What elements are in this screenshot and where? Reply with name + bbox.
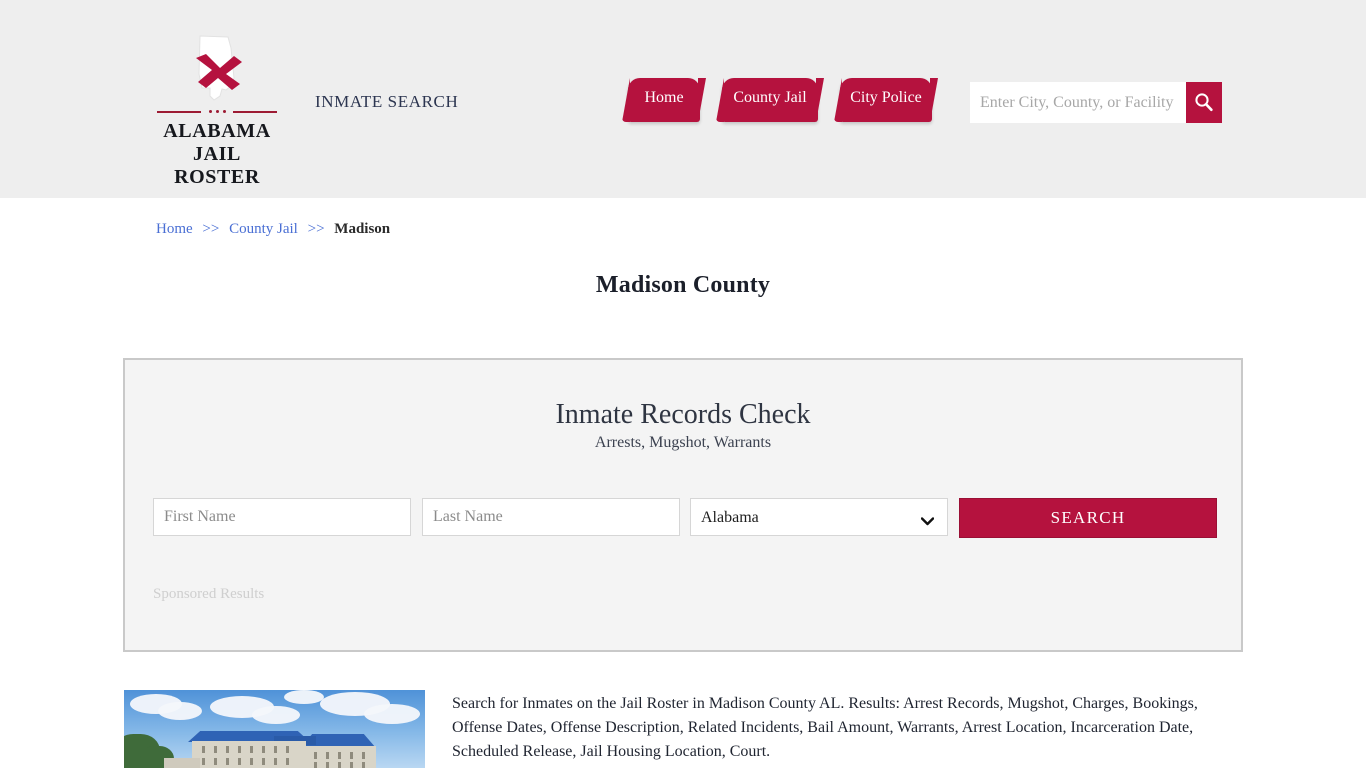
nav-item-county-jail[interactable]: County Jail [722, 78, 818, 122]
header-search-input[interactable] [970, 82, 1190, 123]
logo-text-line-1: ALABAMA [152, 120, 282, 143]
site-tagline: INMATE SEARCH [315, 92, 458, 112]
breadcrumb-item-current: Madison [334, 221, 390, 237]
site-logo[interactable]: ALABAMA JAIL ROSTER [152, 34, 282, 190]
nav-item-city-police[interactable]: City Police [840, 78, 932, 122]
breadcrumb-item-home[interactable]: Home [156, 221, 193, 237]
header-search [970, 82, 1222, 123]
logo-divider-ornament [157, 108, 277, 116]
nav-item-county-jail-label: County Jail [722, 89, 818, 107]
nav-item-home-label: Home [628, 89, 700, 107]
first-name-input[interactable] [153, 498, 411, 536]
alabama-state-outline-with-x-icon [182, 34, 252, 106]
inmate-search-form: Alabama SEARCH [125, 498, 1241, 544]
panel-subtitle: Arrests, Mugshot, Warrants [125, 434, 1241, 452]
panel-title: Inmate Records Check [125, 399, 1241, 431]
header-search-button[interactable] [1186, 82, 1222, 123]
state-select-wrapper: Alabama [690, 498, 948, 536]
county-description-text: Search for Inmates on the Jail Roster in… [452, 692, 1242, 764]
breadcrumb-separator: >> [308, 221, 325, 237]
last-name-input[interactable] [422, 498, 680, 536]
logo-text-line-2: JAIL ROSTER [152, 143, 282, 189]
breadcrumb-separator: >> [202, 221, 219, 237]
nav-item-home[interactable]: Home [628, 78, 700, 122]
sponsored-results-label: Sponsored Results [153, 586, 264, 603]
breadcrumb: Home >> County Jail >> Madison [156, 221, 390, 238]
nav-item-city-police-label: City Police [840, 89, 932, 107]
breadcrumb-item-county-jail[interactable]: County Jail [229, 221, 298, 237]
state-select[interactable]: Alabama [690, 498, 948, 536]
page-title: Madison County [0, 272, 1366, 299]
inmate-search-button[interactable]: SEARCH [959, 498, 1217, 538]
site-header: ALABAMA JAIL ROSTER INMATE SEARCH Home C… [0, 0, 1366, 198]
jail-building-photo [124, 690, 425, 768]
inmate-records-check-panel: Inmate Records Check Arrests, Mugshot, W… [123, 358, 1243, 652]
